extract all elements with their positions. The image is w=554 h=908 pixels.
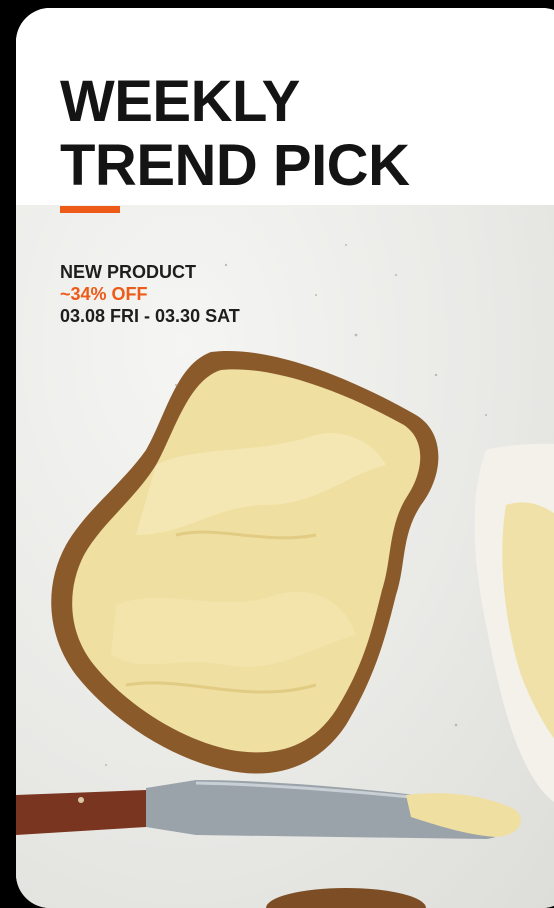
title-line-1: WEEKLY — [60, 69, 300, 134]
card-header: WEEKLY TREND PICK — [16, 8, 554, 205]
butter-spread — [72, 369, 421, 753]
knife-handle — [16, 790, 160, 835]
product-tag: NEW PRODUCT — [60, 262, 196, 282]
discount-label: ~34% OFF — [60, 284, 148, 304]
page-title: WEEKLY TREND PICK — [60, 69, 410, 198]
date-range: 03.08 FRI - 03.30 SAT — [60, 306, 240, 326]
title-underline-accent — [60, 206, 120, 213]
title-line-2: TREND PICK — [60, 133, 410, 198]
promo-card[interactable]: WEEKLY TREND PICK NEW PRODUCT ~34% OFF 0… — [16, 8, 554, 908]
promo-details: NEW PRODUCT ~34% OFF 03.08 FRI - 03.30 S… — [60, 261, 240, 327]
